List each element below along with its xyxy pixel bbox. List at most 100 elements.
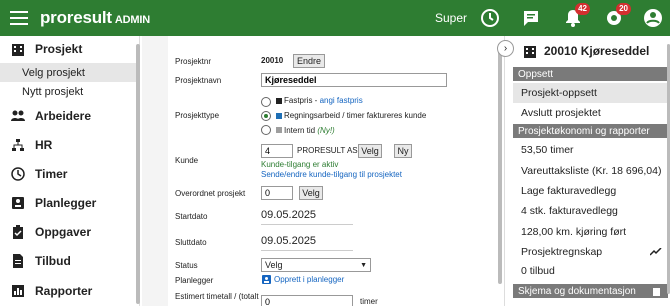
sidebar-item-tasks[interactable]: Oppgaver (0, 221, 138, 243)
new-customer-button[interactable]: Ny (394, 144, 412, 158)
sidebar-scrollbar[interactable] (136, 44, 140, 304)
account-icon[interactable] (642, 7, 664, 29)
logo-text: proresult (40, 8, 112, 27)
sidebar-label: Rapporter (35, 284, 93, 298)
project-panel: 20010 Kjøreseddel Oppsett Prosjekt-oppse… (504, 36, 670, 306)
notification-badge: 42 (575, 3, 590, 15)
section-docs: Skjema og dokumentasjon (513, 284, 668, 298)
chat-icon[interactable] (520, 7, 542, 29)
menu-project-accounts[interactable]: Prosjektregnskap (513, 242, 668, 262)
sidebar-item-planner[interactable]: Planlegger (0, 192, 138, 214)
form-scrollbar[interactable] (498, 44, 502, 284)
hamburger-menu-icon[interactable] (8, 7, 30, 29)
sidebar-label: Planlegger (35, 196, 97, 210)
hourly-color-swatch (276, 113, 282, 119)
customer-access-status: Kunde-tilgang er aktiv (261, 160, 339, 169)
type-hourly-radio[interactable] (261, 111, 271, 121)
label-project-name: Prosjektnavn (175, 76, 222, 85)
sidebar-item-hours[interactable]: Timer (0, 163, 138, 185)
sidebar-label: Oppgaver (35, 225, 92, 239)
section-setup: Oppsett (513, 67, 668, 81)
tasks-icon[interactable]: 20 (603, 3, 631, 29)
sidebar: Prosjekt Velg prosjekt Nytt prosjekt Arb… (0, 36, 140, 306)
fixed-color-swatch (276, 98, 282, 104)
sidebar-label: Timer (35, 167, 68, 181)
menu-project-setup[interactable]: Prosjekt-oppsett (513, 83, 668, 103)
estimated-hours-input[interactable] (261, 295, 353, 306)
org-chart-icon (12, 139, 24, 151)
section-economy: Prosjektøkonomi og rapporter (513, 124, 668, 138)
person-icon (262, 275, 271, 284)
type-hourly-label: Regningsarbeid / timer faktureres kunde (284, 111, 427, 120)
set-fixed-price-link[interactable]: angi fastpris (320, 96, 363, 105)
clipboard-icon (13, 225, 23, 239)
customer-name: PRORESULT AS (297, 146, 358, 155)
label-customer: Kunde (175, 156, 199, 165)
type-fixed-radio[interactable] (261, 97, 271, 107)
chevron-right-icon: › (503, 43, 508, 54)
trending-up-icon (650, 248, 662, 256)
label-planner: Planlegger (175, 276, 214, 285)
type-internal-radio[interactable] (261, 125, 271, 135)
project-form: Prosjektnr 20010 Endre Prosjektnavn Pros… (168, 36, 504, 306)
collapse-panel-button[interactable]: › (497, 40, 514, 57)
document-icon (13, 254, 23, 268)
menu-invoice-attachments[interactable]: 4 stk. fakturavedlegg (513, 201, 668, 221)
label-status: Status (175, 261, 198, 270)
building-icon (524, 46, 536, 58)
customer-access-link[interactable]: Sende/endre kunde-tilgang til prosjektet (261, 170, 402, 179)
content-gutter (142, 36, 168, 306)
project-number: 20010 (261, 56, 284, 65)
sidebar-label: Tilbud (35, 254, 71, 268)
create-in-planner-link[interactable]: Opprett i planlegger (274, 275, 344, 284)
logo-admin-label: ADMIN (114, 14, 150, 26)
end-date-field[interactable]: 09.05.2025 (261, 235, 353, 251)
sidebar-label: HR (35, 138, 53, 152)
internal-color-swatch (276, 127, 282, 133)
top-bar: proresult ADMIN Super 42 20 (0, 0, 670, 36)
label-parent-project: Overordnet prosjekt (175, 189, 246, 198)
tasks-badge: 20 (616, 3, 631, 15)
sidebar-sub-new-project[interactable]: Nytt prosjekt (0, 82, 138, 101)
sidebar-item-reports[interactable]: Rapporter (0, 280, 138, 302)
user-name[interactable]: Super (435, 11, 467, 25)
building-icon (12, 44, 24, 56)
report-icon (12, 285, 24, 297)
bell-icon[interactable]: 42 (562, 3, 590, 29)
parent-project-input[interactable] (261, 186, 293, 200)
sidebar-label: Arbeidere (35, 109, 92, 123)
menu-driving[interactable]: 128,00 km. kjøring ført (513, 222, 668, 242)
menu-close-project[interactable]: Avslutt prosjektet (513, 103, 668, 123)
sidebar-item-project[interactable]: Prosjekt (0, 38, 138, 60)
sidebar-sub-select-project[interactable]: Velg prosjekt (0, 63, 138, 82)
sidebar-item-hr[interactable]: HR (0, 134, 138, 156)
menu-offers[interactable]: 0 tilbud (513, 261, 668, 281)
label-project-type: Prosjekttype (175, 111, 220, 120)
type-internal-label: Intern tid (Ny!) (284, 126, 335, 135)
change-number-button[interactable]: Endre (293, 54, 325, 68)
people-icon (11, 110, 25, 121)
chevron-down-icon: ▼ (360, 261, 367, 269)
type-fixed-label: Fastpris - angi fastpris (284, 96, 363, 105)
clock-icon[interactable] (479, 7, 501, 29)
customer-id-input[interactable] (261, 144, 293, 158)
select-parent-button[interactable]: Velg (299, 186, 323, 200)
label-project-number: Prosjektnr (175, 57, 212, 66)
panel-title: 20010 Kjøreseddel (523, 44, 649, 58)
menu-create-invoice-attachment[interactable]: Lage fakturavedlegg (513, 181, 668, 201)
sidebar-item-offers[interactable]: Tilbud (0, 250, 138, 272)
select-customer-button[interactable]: Velg (358, 144, 382, 158)
project-name-input[interactable] (261, 73, 447, 87)
hours-unit: timer (360, 297, 378, 306)
contact-card-icon (12, 197, 24, 209)
sidebar-label: Prosjekt (35, 42, 83, 56)
clipboard-icon (653, 287, 660, 296)
label-end-date: Sluttdato (175, 238, 207, 247)
menu-goods-list[interactable]: Vareuttaksliste (Kr. 18 696,04) (513, 161, 668, 181)
label-start-date: Startdato (175, 212, 208, 221)
menu-hours[interactable]: 53,50 timer (513, 140, 668, 160)
status-select[interactable]: Velg ▼ (261, 258, 371, 272)
start-date-field[interactable]: 09.05.2025 (261, 209, 353, 225)
app-logo[interactable]: proresult ADMIN (40, 8, 150, 28)
sidebar-item-workers[interactable]: Arbeidere (0, 105, 138, 127)
